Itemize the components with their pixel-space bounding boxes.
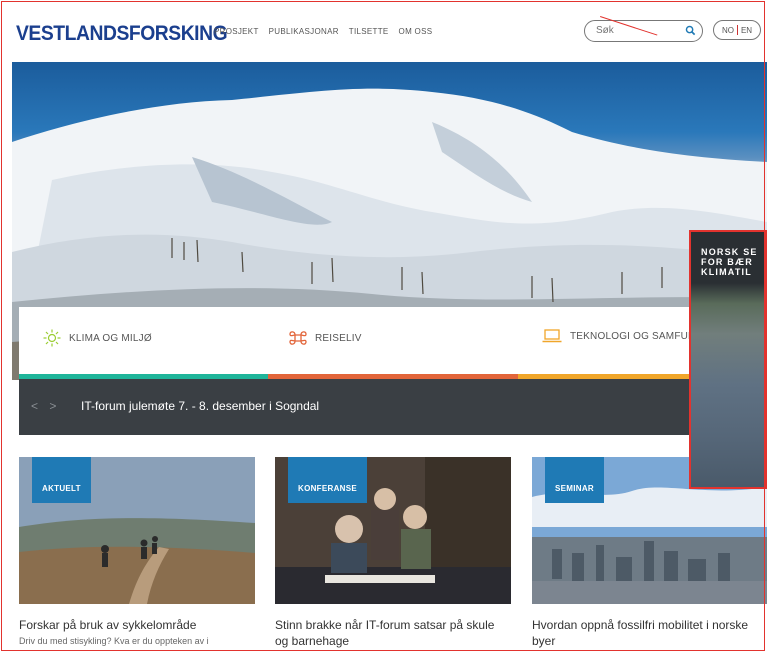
nav-item-prosjekt[interactable]: PROSJEKT	[214, 27, 259, 36]
nav-item-om-oss[interactable]: OM OSS	[399, 27, 433, 36]
lang-divider	[736, 25, 738, 35]
card-image-biking[interactable]: AKTUELT	[19, 457, 255, 604]
category-label: KLIMA OG MILJØ	[69, 332, 152, 344]
lang-no[interactable]: NO	[722, 26, 734, 35]
card-title[interactable]: Forskar på bruk av sykkelområde	[19, 617, 255, 633]
popup-line: KLIMATIL	[701, 267, 752, 277]
card-excerpt: Driv du med stisykling? Kva er du opptek…	[19, 636, 209, 646]
popup-line: NORSK SE	[701, 247, 758, 257]
category-teknologi[interactable]: TEKNOLOGI OG SAMFUN	[542, 329, 695, 343]
ticker-arrows[interactable]: < >	[31, 399, 60, 413]
card-tag: AKTUELT	[32, 457, 91, 503]
popup-line: FOR BÆR	[701, 257, 753, 267]
category-reiseliv[interactable]: REISELIV	[289, 329, 362, 347]
nav-item-publikasjonar[interactable]: PUBLIKASJONAR	[269, 27, 339, 36]
popup-title: NORSK SE FOR BÆR KLIMATIL	[701, 247, 765, 277]
lang-en[interactable]: EN	[741, 26, 752, 35]
news-card[interactable]: KONFERANSE Stinn brakke når IT-forum sat…	[275, 457, 511, 649]
category-klima[interactable]: KLIMA OG MILJØ	[43, 329, 152, 347]
main-nav: PROSJEKT PUBLIKASJONAR TILSETTE OM OSS	[214, 27, 432, 36]
card-title[interactable]: Hvordan oppnå fossilfri mobilitet i nors…	[532, 617, 767, 649]
category-label: TEKNOLOGI OG SAMFUN	[570, 330, 696, 342]
language-switcher: NO EN	[713, 20, 761, 40]
command-icon	[289, 331, 307, 345]
search-icon[interactable]	[685, 25, 696, 36]
card-tag: KONFERANSE	[288, 457, 368, 503]
nav-item-tilsette[interactable]: TILSETTE	[349, 27, 389, 36]
ticker-text[interactable]: IT-forum julemøte 7. - 8. desember i Sog…	[81, 399, 319, 413]
site-logo[interactable]: VESTLANDSFORSKING	[16, 22, 228, 46]
card-title[interactable]: Stinn brakke når IT-forum satsar på skul…	[275, 617, 511, 649]
card-tag: SEMINAR	[545, 457, 604, 503]
sun-icon	[43, 329, 61, 347]
news-card[interactable]: AKTUELT Forskar på bruk av sykkelområde …	[19, 457, 255, 646]
category-bar: KLIMA OG MILJØ REISELIV TEKNOLOGI OG SAM…	[19, 307, 767, 380]
laptop-icon	[542, 329, 562, 343]
popup-banner[interactable]: NORSK SE FOR BÆR KLIMATIL	[689, 230, 767, 489]
category-label: REISELIV	[315, 332, 362, 344]
card-image-conference[interactable]: KONFERANSE	[275, 457, 511, 604]
news-ticker: < > IT-forum julemøte 7. - 8. desember i…	[19, 379, 767, 435]
